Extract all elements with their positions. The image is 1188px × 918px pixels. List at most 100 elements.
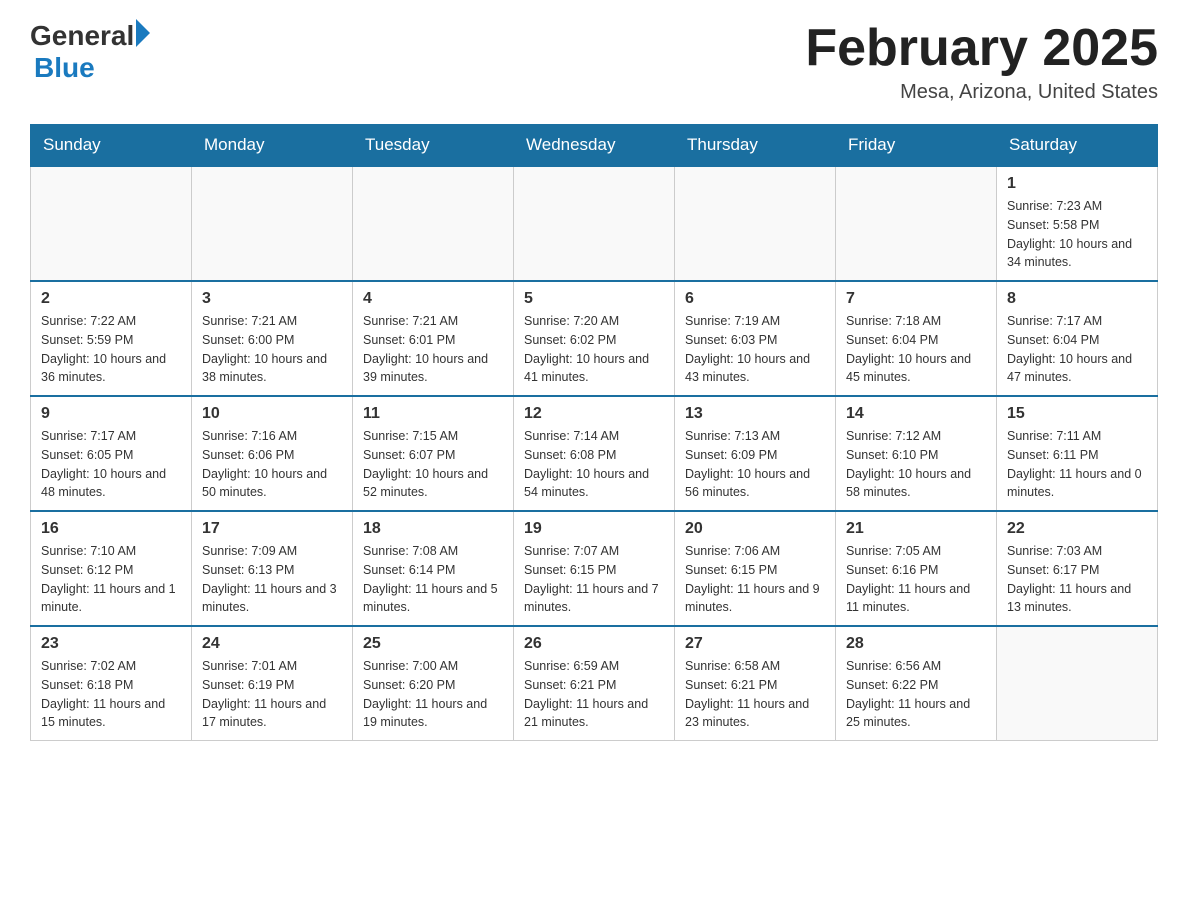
day-info: Sunrise: 7:10 AM Sunset: 6:12 PM Dayligh… [41,542,181,617]
day-info: Sunrise: 6:56 AM Sunset: 6:22 PM Dayligh… [846,657,986,732]
calendar-day-cell: 25 Sunrise: 7:00 AM Sunset: 6:20 PM Dayli… [353,626,514,741]
calendar-day-cell: 15 Sunrise: 7:11 AM Sunset: 6:11 PM Dayli… [997,396,1158,511]
day-number: 21 [846,520,986,538]
day-info: Sunrise: 7:21 AM Sunset: 6:00 PM Dayligh… [202,312,342,387]
day-info: Sunrise: 7:17 AM Sunset: 6:04 PM Dayligh… [1007,312,1147,387]
calendar-day-cell: 11 Sunrise: 7:15 AM Sunset: 6:07 PM Dayli… [353,396,514,511]
day-info: Sunrise: 7:15 AM Sunset: 6:07 PM Dayligh… [363,427,503,502]
page-header: General Blue February 2025 Mesa, Arizona… [30,20,1158,104]
day-number: 10 [202,405,342,423]
calendar-day-cell [836,166,997,281]
day-info: Sunrise: 7:05 AM Sunset: 6:16 PM Dayligh… [846,542,986,617]
calendar-day-cell [353,166,514,281]
day-info: Sunrise: 6:58 AM Sunset: 6:21 PM Dayligh… [685,657,825,732]
day-of-week-header: Thursday [675,125,836,167]
calendar-day-cell: 12 Sunrise: 7:14 AM Sunset: 6:08 PM Dayli… [514,396,675,511]
day-number: 9 [41,405,181,423]
day-number: 15 [1007,405,1147,423]
day-info: Sunrise: 7:13 AM Sunset: 6:09 PM Dayligh… [685,427,825,502]
day-info: Sunrise: 7:01 AM Sunset: 6:19 PM Dayligh… [202,657,342,732]
day-number: 13 [685,405,825,423]
day-info: Sunrise: 7:16 AM Sunset: 6:06 PM Dayligh… [202,427,342,502]
calendar-day-cell: 20Sunrise: 7:06 AM Sunset: 6:15 PM Dayli… [675,511,836,626]
day-number: 19 [524,520,664,538]
day-number: 24 [202,635,342,653]
day-number: 26 [524,635,664,653]
calendar-day-cell [675,166,836,281]
day-info: Sunrise: 7:11 AM Sunset: 6:11 PM Dayligh… [1007,427,1147,502]
day-info: Sunrise: 7:02 AM Sunset: 6:18 PM Dayligh… [41,657,181,732]
calendar-week-row: 2Sunrise: 7:22 AM Sunset: 5:59 PM Daylig… [31,281,1158,396]
day-number: 25 [363,635,503,653]
calendar-day-cell: 27 Sunrise: 6:58 AM Sunset: 6:21 PM Dayli… [675,626,836,741]
location-subtitle: Mesa, Arizona, United States [805,81,1158,104]
day-info: Sunrise: 7:00 AM Sunset: 6:20 PM Dayligh… [363,657,503,732]
day-number: 12 [524,405,664,423]
day-info: Sunrise: 7:09 AM Sunset: 6:13 PM Dayligh… [202,542,342,617]
logo-blue-text: Blue [34,52,150,84]
day-of-week-header: Sunday [31,125,192,167]
calendar-day-cell: 7 Sunrise: 7:18 AM Sunset: 6:04 PM Daylig… [836,281,997,396]
calendar-header-row: SundayMondayTuesdayWednesdayThursdayFrid… [31,125,1158,167]
day-number: 3 [202,290,342,308]
day-info: Sunrise: 7:08 AM Sunset: 6:14 PM Dayligh… [363,542,503,617]
day-number: 16 [41,520,181,538]
calendar-day-cell: 16 Sunrise: 7:10 AM Sunset: 6:12 PM Dayli… [31,511,192,626]
calendar-week-row: 23 Sunrise: 7:02 AM Sunset: 6:18 PM Dayli… [31,626,1158,741]
calendar-day-cell [31,166,192,281]
day-info: Sunrise: 7:17 AM Sunset: 6:05 PM Dayligh… [41,427,181,502]
day-info: Sunrise: 7:14 AM Sunset: 6:08 PM Dayligh… [524,427,664,502]
day-of-week-header: Friday [836,125,997,167]
day-number: 23 [41,635,181,653]
day-of-week-header: Tuesday [353,125,514,167]
calendar-day-cell [997,626,1158,741]
day-of-week-header: Wednesday [514,125,675,167]
calendar-day-cell: 10 Sunrise: 7:16 AM Sunset: 6:06 PM Dayli… [192,396,353,511]
day-info: Sunrise: 6:59 AM Sunset: 6:21 PM Dayligh… [524,657,664,732]
calendar-day-cell: 26 Sunrise: 6:59 AM Sunset: 6:21 PM Dayli… [514,626,675,741]
day-number: 1 [1007,175,1147,193]
calendar-day-cell: 4Sunrise: 7:21 AM Sunset: 6:01 PM Daylig… [353,281,514,396]
day-info: Sunrise: 7:23 AM Sunset: 5:58 PM Dayligh… [1007,197,1147,272]
day-info: Sunrise: 7:20 AM Sunset: 6:02 PM Dayligh… [524,312,664,387]
calendar-day-cell: 19 Sunrise: 7:07 AM Sunset: 6:15 PM Dayli… [514,511,675,626]
day-number: 6 [685,290,825,308]
title-section: February 2025 Mesa, Arizona, United Stat… [805,20,1158,104]
logo-arrow-icon [136,19,150,47]
day-info: Sunrise: 7:06 AM Sunset: 6:15 PM Dayligh… [685,542,825,617]
calendar-week-row: 16 Sunrise: 7:10 AM Sunset: 6:12 PM Dayli… [31,511,1158,626]
calendar-table: SundayMondayTuesdayWednesdayThursdayFrid… [30,124,1158,741]
calendar-day-cell: 18 Sunrise: 7:08 AM Sunset: 6:14 PM Dayli… [353,511,514,626]
day-number: 8 [1007,290,1147,308]
calendar-day-cell: 17Sunrise: 7:09 AM Sunset: 6:13 PM Dayli… [192,511,353,626]
day-number: 2 [41,290,181,308]
day-info: Sunrise: 7:21 AM Sunset: 6:01 PM Dayligh… [363,312,503,387]
calendar-week-row: 1 Sunrise: 7:23 AM Sunset: 5:58 PM Daylig… [31,166,1158,281]
calendar-day-cell: 21 Sunrise: 7:05 AM Sunset: 6:16 PM Dayli… [836,511,997,626]
calendar-day-cell: 6 Sunrise: 7:19 AM Sunset: 6:03 PM Daylig… [675,281,836,396]
day-of-week-header: Saturday [997,125,1158,167]
day-number: 11 [363,405,503,423]
day-number: 27 [685,635,825,653]
calendar-day-cell: 3 Sunrise: 7:21 AM Sunset: 6:00 PM Daylig… [192,281,353,396]
calendar-day-cell: 13 Sunrise: 7:13 AM Sunset: 6:09 PM Dayli… [675,396,836,511]
day-info: Sunrise: 7:19 AM Sunset: 6:03 PM Dayligh… [685,312,825,387]
calendar-week-row: 9 Sunrise: 7:17 AM Sunset: 6:05 PM Daylig… [31,396,1158,511]
day-info: Sunrise: 7:03 AM Sunset: 6:17 PM Dayligh… [1007,542,1147,617]
calendar-day-cell: 28 Sunrise: 6:56 AM Sunset: 6:22 PM Dayli… [836,626,997,741]
calendar-day-cell: 23 Sunrise: 7:02 AM Sunset: 6:18 PM Dayli… [31,626,192,741]
calendar-day-cell [192,166,353,281]
calendar-day-cell: 5 Sunrise: 7:20 AM Sunset: 6:02 PM Daylig… [514,281,675,396]
day-number: 14 [846,405,986,423]
day-number: 28 [846,635,986,653]
calendar-day-cell [514,166,675,281]
calendar-day-cell: 14 Sunrise: 7:12 AM Sunset: 6:10 PM Dayli… [836,396,997,511]
calendar-day-cell: 1 Sunrise: 7:23 AM Sunset: 5:58 PM Daylig… [997,166,1158,281]
day-number: 7 [846,290,986,308]
day-number: 18 [363,520,503,538]
day-info: Sunrise: 7:07 AM Sunset: 6:15 PM Dayligh… [524,542,664,617]
day-info: Sunrise: 7:18 AM Sunset: 6:04 PM Dayligh… [846,312,986,387]
calendar-day-cell: 9 Sunrise: 7:17 AM Sunset: 6:05 PM Daylig… [31,396,192,511]
day-info: Sunrise: 7:12 AM Sunset: 6:10 PM Dayligh… [846,427,986,502]
day-number: 5 [524,290,664,308]
